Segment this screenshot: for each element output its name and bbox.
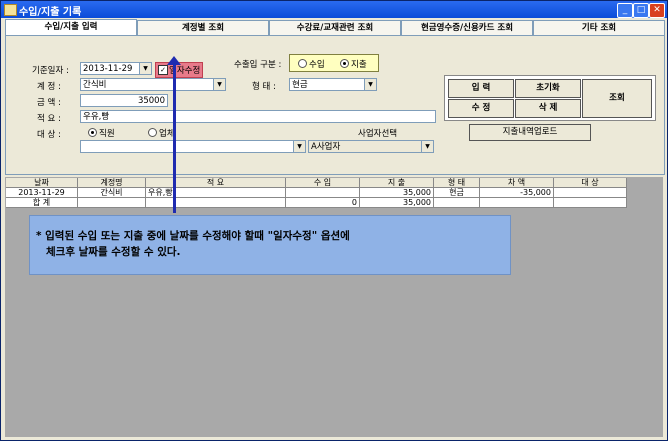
tab-receipt[interactable]: 현금영수증/신용카드 조회 bbox=[401, 20, 533, 36]
col-date[interactable]: 날짜 bbox=[6, 178, 78, 188]
tab-account[interactable]: 계정별 조회 bbox=[137, 20, 269, 36]
radio-vendor[interactable] bbox=[148, 128, 157, 137]
date-label: 기준일자 : bbox=[32, 66, 69, 76]
window-title: 수입/지출 기록 bbox=[19, 7, 82, 18]
init-button[interactable]: 초기화 bbox=[515, 79, 581, 98]
radio-expense[interactable] bbox=[340, 59, 349, 68]
col-target[interactable]: 대 상 bbox=[554, 178, 627, 188]
annotation-note: * 입력된 수입 또는 지출 중에 날짜를 수정해야 할때 "일자수정" 옵션에… bbox=[29, 215, 511, 275]
main-window: 수입/지출 기록 _ □ ✕ 수입/지출 입력 계정별 조회 수강료/교재관련 … bbox=[0, 0, 668, 441]
app-icon bbox=[4, 4, 17, 16]
col-memo[interactable]: 적 요 bbox=[146, 178, 286, 188]
grid-header: 날짜 계정명 적 요 수 입 지 출 형 태 차 액 대 상 bbox=[6, 178, 627, 188]
radio-income[interactable] bbox=[298, 59, 307, 68]
input-panel: 기준일자 : 2013-11-29 ▼ ✓ 일자수정 계 정 : 간식비 ▼ 금 액… bbox=[5, 35, 665, 175]
date-picker[interactable]: 2013-11-29 ▼ bbox=[80, 62, 152, 75]
cell-target bbox=[554, 188, 627, 198]
type-select[interactable]: 현금 ▼ bbox=[289, 78, 377, 91]
table-row[interactable]: 2013-11-29 간식비 우유,빵 35,000 현금 -35,000 bbox=[6, 188, 627, 198]
type-label: 형 태 : bbox=[252, 82, 276, 92]
chevron-down-icon: ▼ bbox=[139, 63, 151, 74]
cell-income bbox=[286, 188, 360, 198]
sum-empty bbox=[480, 198, 554, 208]
annotation-arrow bbox=[173, 63, 176, 213]
col-account[interactable]: 계정명 bbox=[78, 178, 146, 188]
radio-income-label: 수입 bbox=[309, 60, 325, 70]
radio-staff[interactable] bbox=[88, 128, 97, 137]
amount-input[interactable]: 35000 bbox=[80, 94, 168, 107]
inout-group: 수입 지출 bbox=[289, 54, 379, 72]
sum-label: 합 계 bbox=[6, 198, 78, 208]
tab-bar: 수입/지출 입력 계정별 조회 수강료/교재관련 조회 현금영수증/신용카드 조… bbox=[5, 19, 665, 37]
inout-label: 수출입 구분 : bbox=[234, 60, 282, 70]
sum-expense: 35,000 bbox=[360, 198, 434, 208]
account-select[interactable]: 간식비 ▼ bbox=[80, 78, 226, 91]
radio-staff-label: 직원 bbox=[99, 129, 115, 139]
sum-empty bbox=[434, 198, 480, 208]
cell-type: 현금 bbox=[434, 188, 480, 198]
memo-input[interactable]: 우유,빵 bbox=[80, 110, 436, 123]
chevron-down-icon: ▼ bbox=[213, 79, 225, 90]
amount-label: 금 액 : bbox=[37, 98, 61, 108]
target-select[interactable]: ▼ bbox=[80, 140, 306, 153]
tab-tuition[interactable]: 수강료/교재관련 조회 bbox=[269, 20, 401, 36]
business-select[interactable]: A사업자 ▼ bbox=[308, 140, 434, 153]
business-label: 사업자선택 bbox=[358, 129, 398, 139]
cell-date: 2013-11-29 bbox=[6, 188, 78, 198]
note-line1: * 입력된 수입 또는 지출 중에 날짜를 수정해야 할때 "일자수정" 옵션에 bbox=[36, 230, 350, 242]
col-type[interactable]: 형 태 bbox=[434, 178, 480, 188]
cell-account: 간식비 bbox=[78, 188, 146, 198]
sum-empty bbox=[554, 198, 627, 208]
search-button[interactable]: 조회 bbox=[582, 79, 652, 118]
target-label: 대 상 : bbox=[37, 130, 61, 140]
col-diff[interactable]: 차 액 bbox=[480, 178, 554, 188]
col-income[interactable]: 수 입 bbox=[286, 178, 360, 188]
cell-expense: 35,000 bbox=[360, 188, 434, 198]
annotation-arrowhead bbox=[167, 56, 181, 65]
chevron-down-icon: ▼ bbox=[293, 141, 305, 152]
action-buttons: 입 력 초기화 수 정 삭 제 조회 bbox=[444, 75, 656, 121]
title-bar: 수입/지출 기록 _ □ ✕ bbox=[1, 1, 667, 18]
delete-button[interactable]: 삭 제 bbox=[515, 99, 581, 118]
sum-empty bbox=[146, 198, 286, 208]
cell-diff: -35,000 bbox=[480, 188, 554, 198]
cell-memo: 우유,빵 bbox=[146, 188, 286, 198]
col-expense[interactable]: 지 출 bbox=[360, 178, 434, 188]
sum-income: 0 bbox=[286, 198, 360, 208]
input-button[interactable]: 입 력 bbox=[448, 79, 514, 98]
close-button[interactable]: ✕ bbox=[649, 3, 665, 18]
check-icon: ✓ bbox=[158, 65, 168, 75]
chevron-down-icon: ▼ bbox=[421, 141, 433, 152]
memo-label: 적 요 : bbox=[37, 114, 61, 124]
minimize-button[interactable]: _ bbox=[617, 3, 633, 18]
chevron-down-icon: ▼ bbox=[364, 79, 376, 90]
sum-empty bbox=[78, 198, 146, 208]
note-line2: 체크후 날짜를 수정할 수 있다. bbox=[46, 246, 181, 258]
sum-row: 합 계 0 35,000 bbox=[6, 198, 627, 208]
maximize-button[interactable]: □ bbox=[633, 3, 649, 18]
radio-expense-label: 지출 bbox=[351, 60, 367, 70]
edit-button[interactable]: 수 정 bbox=[448, 99, 514, 118]
account-label: 계 정 : bbox=[37, 82, 61, 92]
upload-button[interactable]: 지출내역업로드 bbox=[469, 124, 591, 141]
tab-etc[interactable]: 기타 조회 bbox=[533, 20, 665, 36]
